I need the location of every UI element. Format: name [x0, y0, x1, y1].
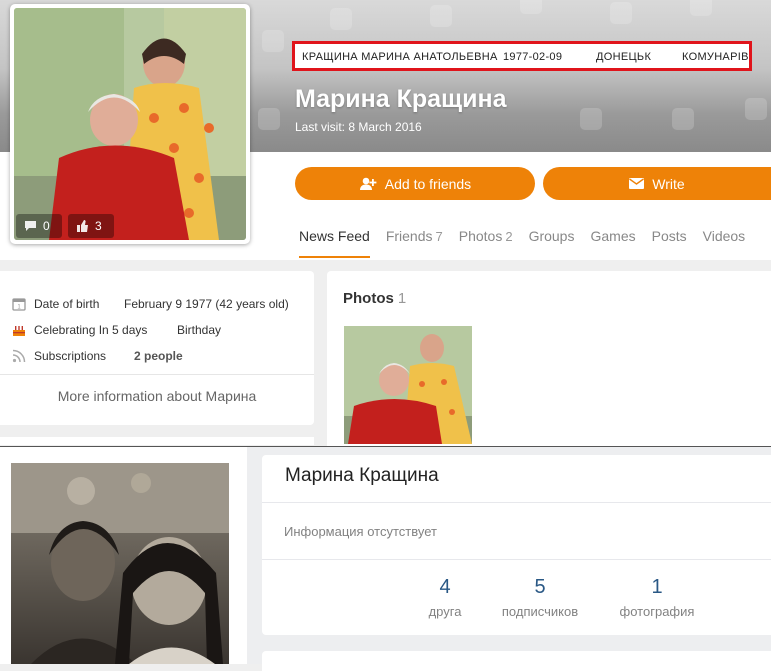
vk-stat-friends[interactable]: 4 друга	[422, 575, 468, 619]
more-info-link[interactable]: More information about Марина	[0, 374, 314, 404]
tab-friends[interactable]: Friends 7	[386, 228, 443, 260]
stat-number: 4	[439, 576, 451, 598]
highlight-street: КОМУНАРІВ	[682, 51, 749, 63]
highlighted-personal-data: КРАЩИНА МАРИНА АНАТОЛЬЕВНА 1977-02-09 ДО…	[292, 41, 752, 71]
stat-label: друга	[428, 604, 462, 619]
highlight-city: ДОНЕЦЬК	[596, 51, 652, 63]
detail-value[interactable]: 2 people	[134, 349, 183, 363]
vk-stat-photos[interactable]: 1 фотография	[612, 575, 702, 619]
avatar-comments-button[interactable]: 0	[16, 214, 62, 238]
vk-next-card-edge	[262, 651, 771, 671]
detail-label: Subscriptions	[34, 349, 107, 363]
vk-avatar-photo[interactable]	[11, 463, 229, 664]
tab-count: 7	[435, 229, 443, 244]
detail-label: Date of birth	[34, 297, 100, 311]
avatar-comments-count: 0	[43, 219, 50, 233]
next-card-edge	[0, 437, 314, 445]
avatar-likes-count: 3	[95, 219, 102, 233]
add-to-friends-button[interactable]: Add to friends	[295, 167, 535, 200]
add-user-icon	[359, 177, 377, 190]
tab-label: Groups	[528, 228, 575, 244]
highlight-full-name: КРАЩИНА МАРИНА АНАТОЛЬЕВНА	[302, 51, 498, 63]
tab-groups[interactable]: Groups	[529, 228, 575, 260]
avatar-photo[interactable]	[14, 8, 246, 240]
photos-title[interactable]: Photos 1	[343, 290, 406, 307]
vk-no-info: Информация отсутствует	[284, 524, 437, 539]
photo-thumbnail[interactable]	[344, 326, 472, 444]
detail-label: Celebrating In 5 days	[34, 323, 148, 337]
last-visit: Last visit: 8 March 2016	[295, 120, 422, 134]
tab-videos[interactable]: Videos	[703, 228, 746, 260]
tab-label: Games	[590, 228, 636, 244]
vk-stat-followers[interactable]: 5 подписчиков	[492, 575, 588, 619]
highlight-dob: 1977-02-09	[503, 51, 563, 63]
stat-label: подписчиков	[501, 604, 579, 619]
detail-row-birth: 1 Date of birth February 9 1977 (42 year…	[12, 295, 289, 313]
about-card: 1 Date of birth February 9 1977 (42 year…	[0, 271, 314, 425]
photos-card: Photos 1	[327, 271, 771, 447]
tab-games[interactable]: Games	[590, 228, 635, 260]
detail-value: Birthday	[177, 323, 222, 337]
calendar-icon: 1	[12, 298, 26, 311]
comment-icon	[25, 221, 36, 231]
tab-posts[interactable]: Posts	[652, 228, 687, 260]
divider	[262, 502, 771, 503]
divider	[262, 559, 771, 560]
write-button[interactable]: Write	[543, 167, 771, 200]
photos-count: 1	[397, 290, 407, 307]
avatar-likes-button[interactable]: 3	[68, 214, 114, 238]
tab-news-feed[interactable]: News Feed	[299, 228, 370, 260]
write-label: Write	[652, 175, 685, 192]
detail-value: February 9 1977 (42 years old)	[124, 297, 289, 311]
thumbs-up-icon	[77, 220, 88, 232]
tab-label: News Feed	[299, 228, 370, 244]
vk-profile-name: Марина Кращина	[285, 465, 439, 486]
add-to-friends-label: Add to friends	[384, 175, 472, 192]
tab-count: 2	[505, 229, 513, 244]
profile-tabs: News Feed Friends 7 Photos 2 Groups Games …	[299, 228, 761, 260]
stat-number: 1	[651, 576, 663, 598]
avatar[interactable]: 0 3	[10, 4, 250, 244]
profile-name: Марина Кращина	[295, 85, 507, 113]
rss-icon	[12, 349, 26, 363]
cake-icon	[13, 326, 25, 336]
vk-profile-card: Марина Кращина Информация отсутствует 4 …	[262, 455, 771, 635]
stat-label: фотография	[619, 604, 695, 619]
tab-label: Photos	[458, 228, 503, 244]
tab-label: Videos	[702, 228, 746, 244]
tab-label: Friends	[385, 228, 433, 244]
envelope-icon	[629, 178, 645, 189]
tab-label: Posts	[651, 228, 687, 244]
detail-row-subscriptions[interactable]: Subscriptions 2 people	[12, 347, 183, 365]
tab-photos[interactable]: Photos 2	[459, 228, 513, 260]
detail-row-celebrating: Celebrating In 5 days Birthday	[12, 321, 221, 339]
stat-number: 5	[534, 576, 546, 598]
photos-title-text: Photos	[343, 290, 394, 307]
